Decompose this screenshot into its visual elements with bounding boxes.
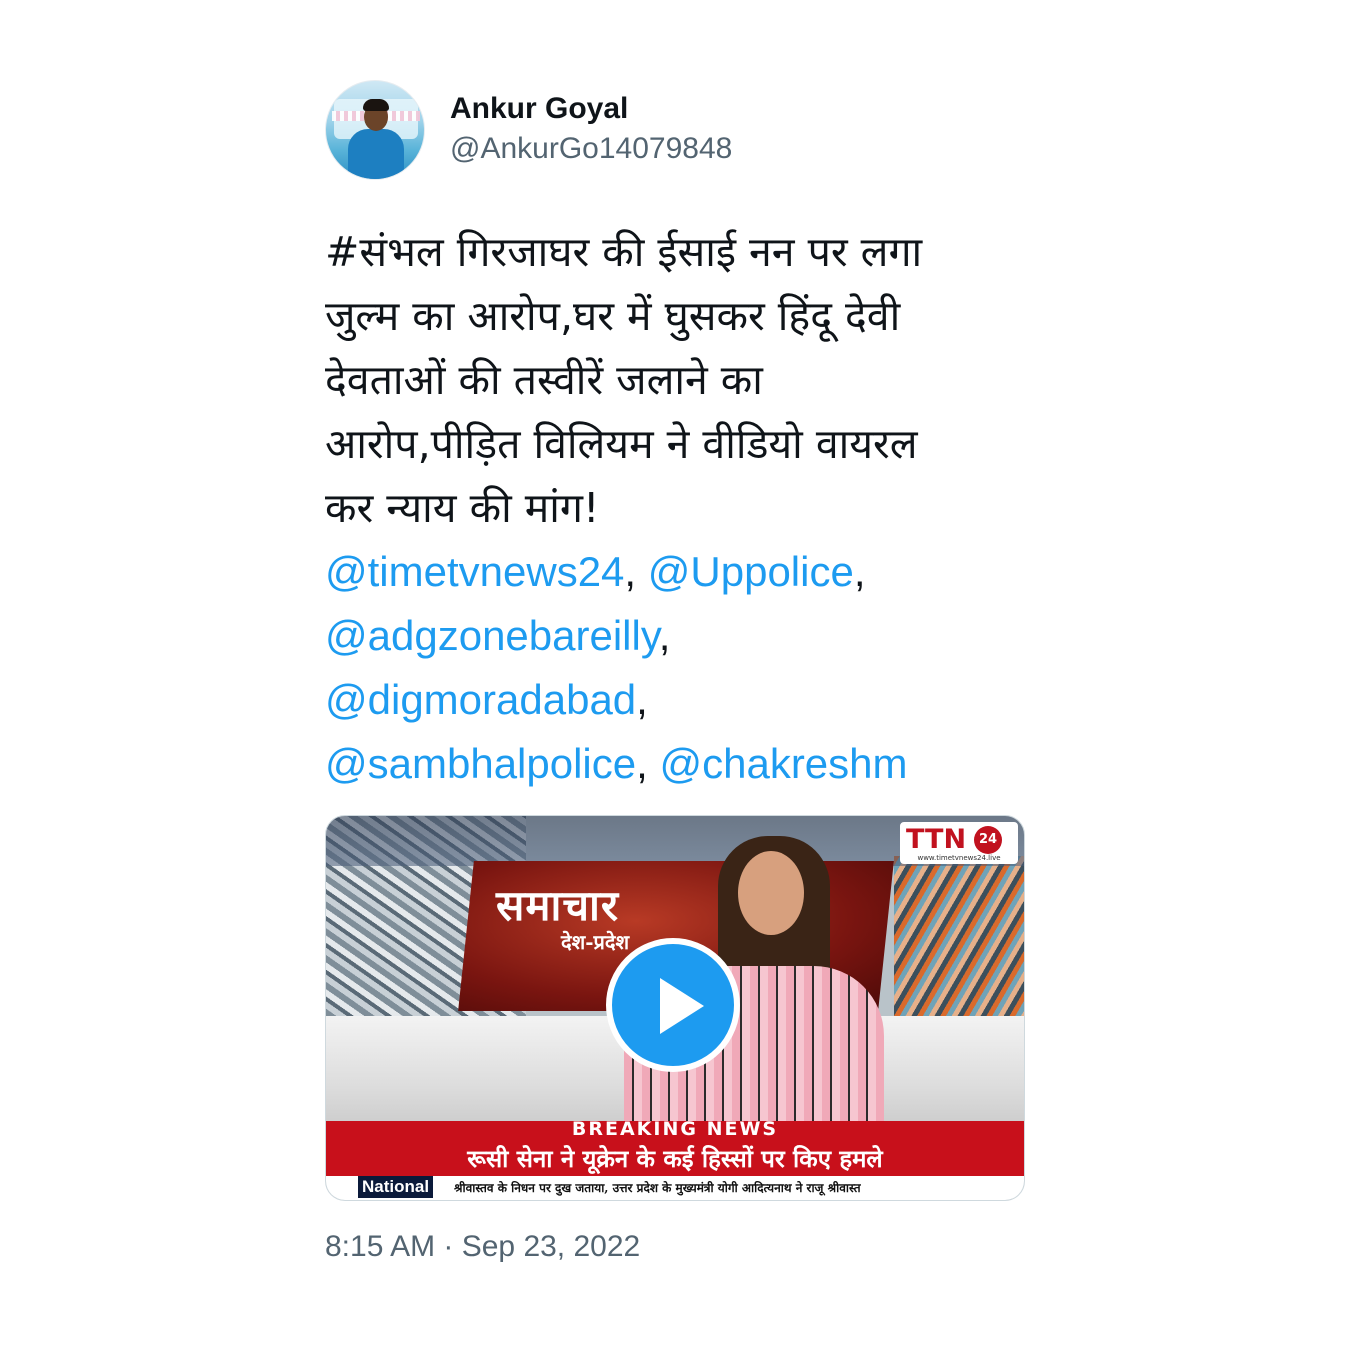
- mention-separator: ,: [636, 740, 648, 787]
- video-background-right: [894, 856, 1024, 1016]
- video-player[interactable]: समाचार देश-प्रदेश TTN 24 www.timetvnews2…: [325, 815, 1025, 1201]
- mention-link[interactable]: @Uppolice: [648, 548, 854, 595]
- tweet-text-line: कर न्याय की मांग!: [325, 484, 600, 532]
- ticker-text: श्रीवास्तव के निधन पर दुख जताया, उत्तर प…: [454, 1181, 861, 1195]
- channel-logo: TTN 24 www.timetvnews24.live: [900, 822, 1018, 864]
- tweet-text-line: आरोप,पीड़ित विलियम ने वीडियो वायरल: [325, 420, 918, 468]
- tweet-text-line: देवताओं की तस्वीरें जलाने का: [325, 356, 763, 404]
- mention-separator: ,: [624, 548, 637, 595]
- tweet-text-line: जुल्म का आरोप,घर में घुसकर हिंदू देवी: [325, 292, 901, 340]
- mention-separator: ,: [636, 676, 648, 723]
- mention-link[interactable]: @chakreshm: [659, 740, 907, 787]
- news-ticker: National श्रीवास्तव के निधन पर दुख जताया…: [326, 1176, 1024, 1200]
- breaking-news-headline: रूसी सेना ने यूक्रेन के कई हिस्सों पर कि…: [467, 1144, 883, 1173]
- play-button[interactable]: [606, 938, 740, 1072]
- logo-text: TTN: [906, 824, 967, 855]
- logo-url: www.timetvnews24.live: [917, 854, 1001, 862]
- mention-link[interactable]: @timetvnews24: [325, 548, 624, 595]
- tweet-text-line: #संभल गिरजाघर की ईसाई नन पर लगा: [325, 228, 923, 276]
- tweet-timestamp[interactable]: 8:15 AM · Sep 23, 2022: [325, 1230, 640, 1264]
- mentions: @timetvnews24, @Uppolice, @adgzonebareil…: [325, 540, 1025, 796]
- ticker-label: National: [358, 1176, 434, 1198]
- mention-link[interactable]: @sambhalpolice: [325, 740, 636, 787]
- avatar[interactable]: [325, 80, 425, 180]
- breaking-news-label: BREAKING NEWS: [571, 1118, 779, 1140]
- author-handle[interactable]: @AnkurGo14079848: [450, 132, 732, 166]
- studio-subtitle: देश-प्रदेश: [561, 930, 630, 954]
- author-name[interactable]: Ankur Goyal: [450, 92, 628, 126]
- tweet-text: #संभल गिरजाघर की ईसाई नन पर लगा जुल्म का…: [325, 220, 1025, 540]
- news-anchor-face: [738, 851, 804, 935]
- mention-link[interactable]: @adgzonebareilly: [325, 612, 659, 659]
- play-icon: [660, 978, 704, 1034]
- mention-link[interactable]: @digmoradabad: [325, 676, 636, 723]
- mention-separator: ,: [658, 612, 671, 659]
- mention-separator: ,: [853, 548, 866, 595]
- studio-title: समाचार: [496, 881, 620, 930]
- logo-badge: 24: [974, 826, 1002, 854]
